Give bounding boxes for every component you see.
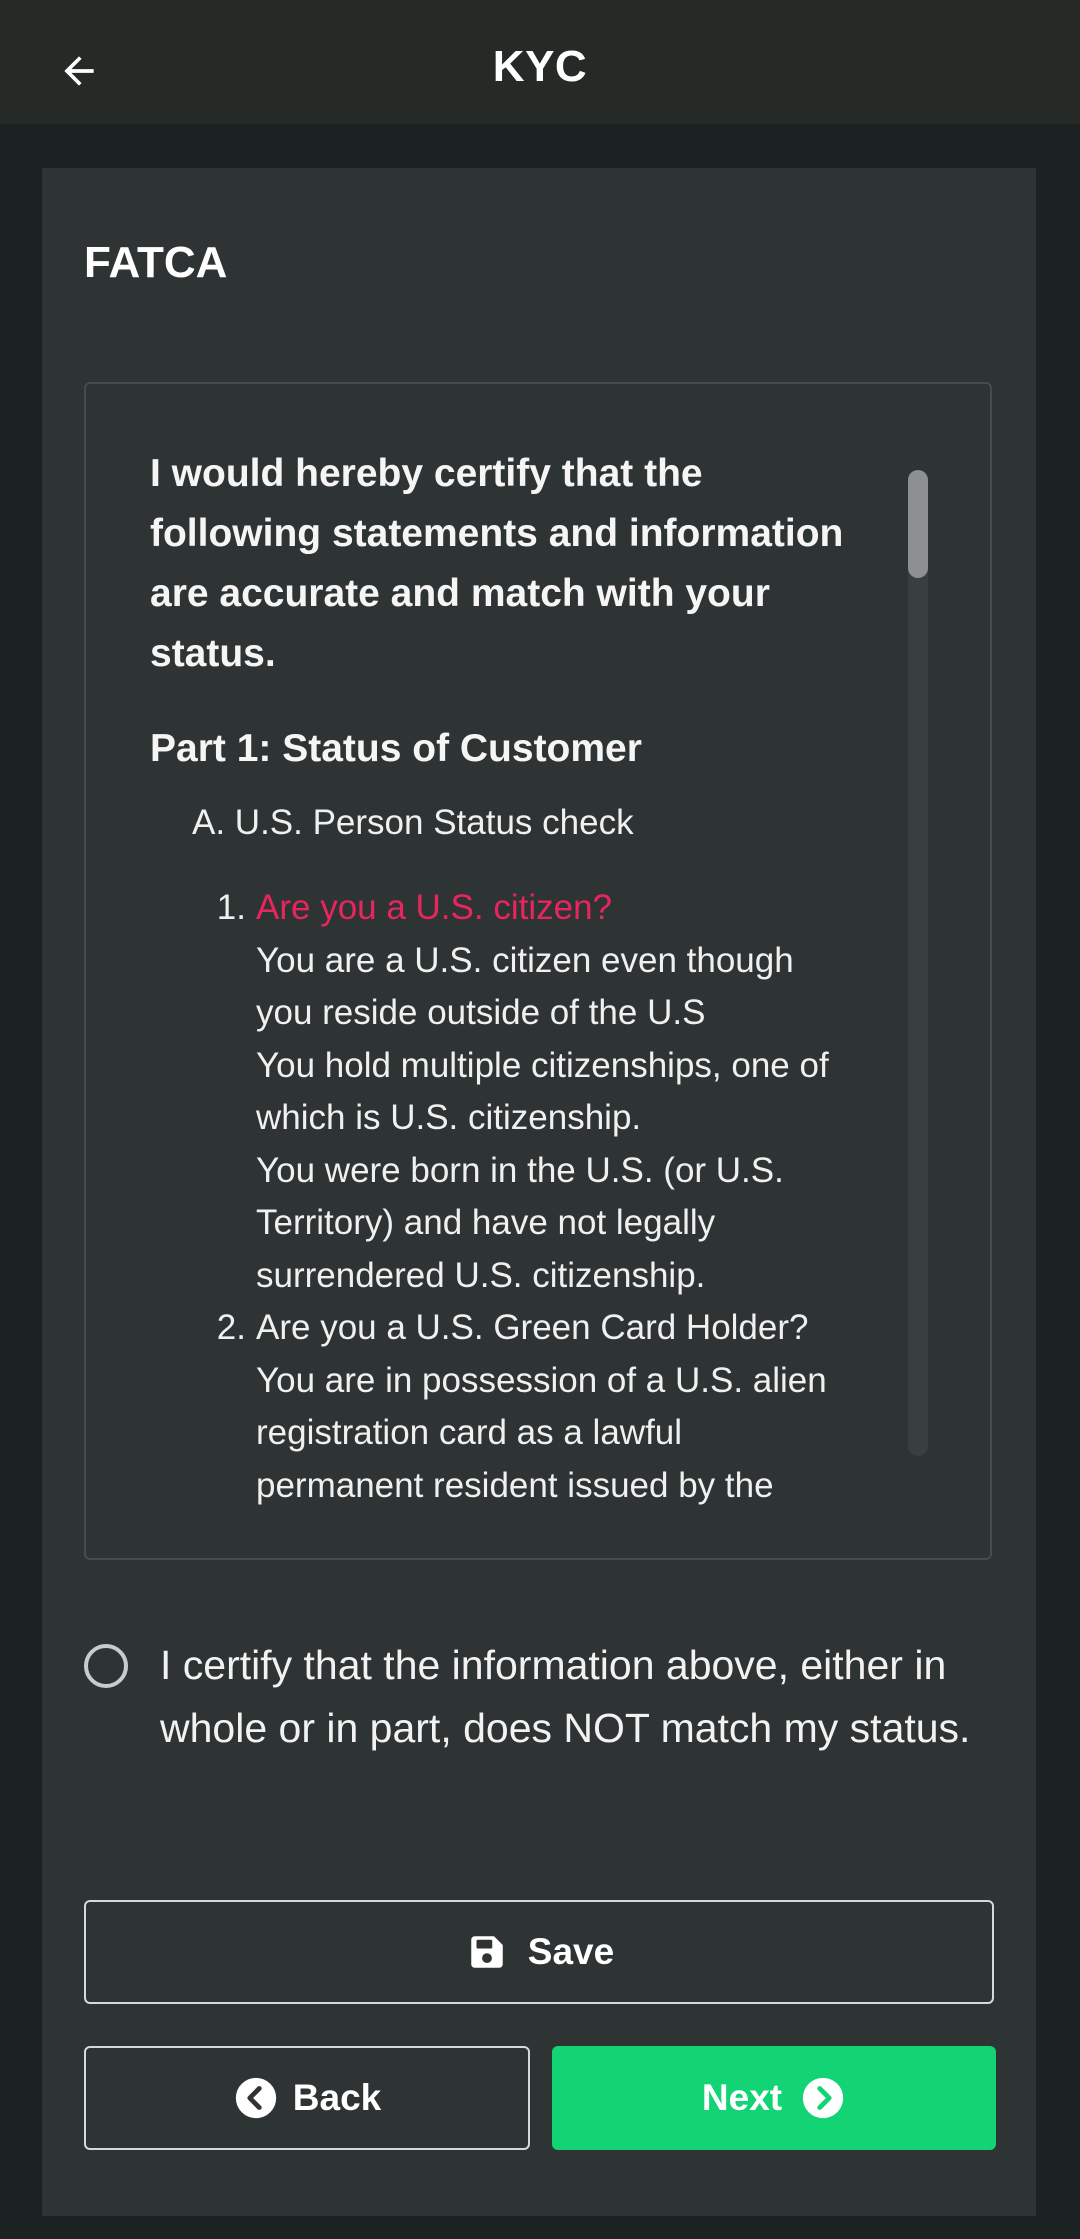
scrollbar-track[interactable] (908, 470, 928, 1456)
question-title: Are you a U.S. Green Card Holder? (256, 1308, 809, 1347)
question-number: 1. (216, 888, 246, 927)
save-button-label: Save (527, 1931, 615, 1972)
chevron-left-circle-icon (233, 2075, 279, 2121)
question-item: 1. Are you a U.S. citizen? You are a U.S… (150, 882, 940, 1302)
question-detail: You are in possession of a U.S. alien re… (256, 1360, 827, 1505)
question-list: 1. Are you a U.S. citizen? You are a U.S… (150, 882, 940, 1506)
next-button[interactable]: Next (552, 2046, 996, 2150)
terms-intro: I would hereby certify that the followin… (150, 452, 844, 675)
question-body: Are you a U.S. citizen? You are a U.S. c… (256, 882, 856, 1302)
chevron-right-circle-icon (800, 2075, 846, 2121)
app-bar: KYC (0, 0, 1080, 124)
question-detail: You are a U.S. citizen even though you r… (256, 940, 794, 1033)
question-body: Are you a U.S. Green Card Holder? You ar… (256, 1302, 856, 1506)
question-detail: You hold multiple citizenships, one of w… (256, 1045, 829, 1138)
page-title: KYC (492, 42, 588, 91)
section-heading: A. U.S. Person Status check (192, 803, 634, 842)
floppy-disk-icon (464, 1929, 510, 1975)
fatca-card: FATCA I would hereby certify that the fo… (42, 168, 1036, 2216)
question-number: 2. (216, 1308, 246, 1347)
radio-button[interactable] (84, 1644, 128, 1688)
back-button-label: Back (292, 2077, 382, 2118)
question-title: Are you a U.S. citizen? (256, 888, 612, 927)
scrollbar-thumb[interactable] (908, 470, 928, 578)
question-detail: You were born in the U.S. (or U.S. Terri… (256, 1150, 784, 1295)
part-heading: Part 1: Status of Customer (150, 727, 642, 770)
card-title: FATCA (84, 238, 228, 287)
terms-box[interactable]: I would hereby certify that the followin… (84, 382, 992, 1560)
terms-scroll-area[interactable]: I would hereby certify that the followin… (150, 444, 940, 1506)
certify-radio-row[interactable]: I certify that the information above, ei… (84, 1634, 1004, 1760)
next-button-label: Next (701, 2077, 783, 2118)
back-button[interactable]: Back (84, 2046, 530, 2150)
certify-label[interactable]: I certify that the information above, ei… (160, 1634, 980, 1760)
save-button[interactable]: Save (84, 1900, 994, 2004)
question-item: 2. Are you a U.S. Green Card Holder? You… (150, 1302, 940, 1506)
